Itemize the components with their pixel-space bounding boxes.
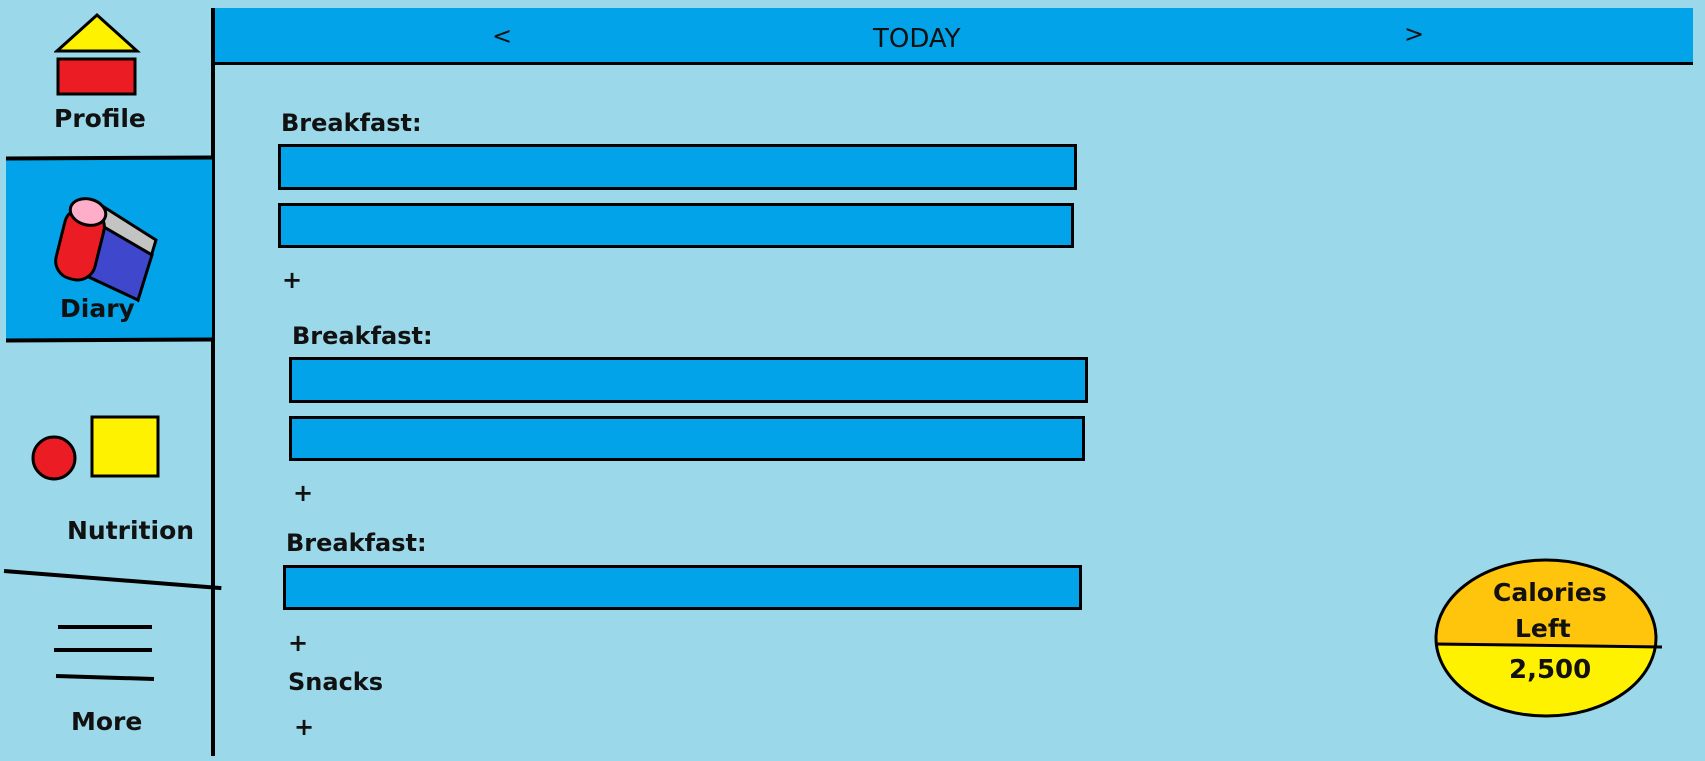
sidebar-item-label: Profile xyxy=(54,104,146,133)
meal-section-label: Snacks xyxy=(288,668,384,696)
diary-icon xyxy=(54,197,158,303)
meal-section-label: Breakfast: xyxy=(286,529,427,557)
sidebar-item-label: Diary xyxy=(60,294,135,323)
menu-icon xyxy=(54,625,155,681)
food-entry-bar[interactable] xyxy=(289,416,1085,461)
add-food-button[interactable]: + xyxy=(288,629,308,657)
food-entry-bar[interactable] xyxy=(283,565,1082,610)
nutrition-icon xyxy=(31,415,160,481)
prev-day-button[interactable]: < xyxy=(492,22,512,50)
calories-left-label: Calories xyxy=(1493,578,1607,607)
food-entry-bar[interactable] xyxy=(278,144,1077,190)
add-food-button[interactable]: + xyxy=(282,266,302,294)
calories-left-label: Left xyxy=(1515,614,1571,643)
food-entry-bar[interactable] xyxy=(289,357,1088,403)
sidebar-divider xyxy=(211,8,215,756)
home-icon xyxy=(54,12,141,96)
date-title: TODAY xyxy=(873,24,961,54)
calories-left-value: 2,500 xyxy=(1509,655,1592,685)
meal-section-label: Breakfast: xyxy=(292,322,433,350)
sidebar-item-label: More xyxy=(71,707,143,736)
food-entry-bar[interactable] xyxy=(278,203,1074,248)
meal-section-label: Breakfast: xyxy=(281,109,422,137)
sidebar-item-label: Nutrition xyxy=(67,516,195,545)
add-food-button[interactable]: + xyxy=(294,713,314,741)
next-day-button[interactable]: > xyxy=(1404,20,1424,48)
add-food-button[interactable]: + xyxy=(293,479,313,507)
app-canvas: < TODAY > Profile Diary Nutrition More B… xyxy=(0,0,1705,761)
